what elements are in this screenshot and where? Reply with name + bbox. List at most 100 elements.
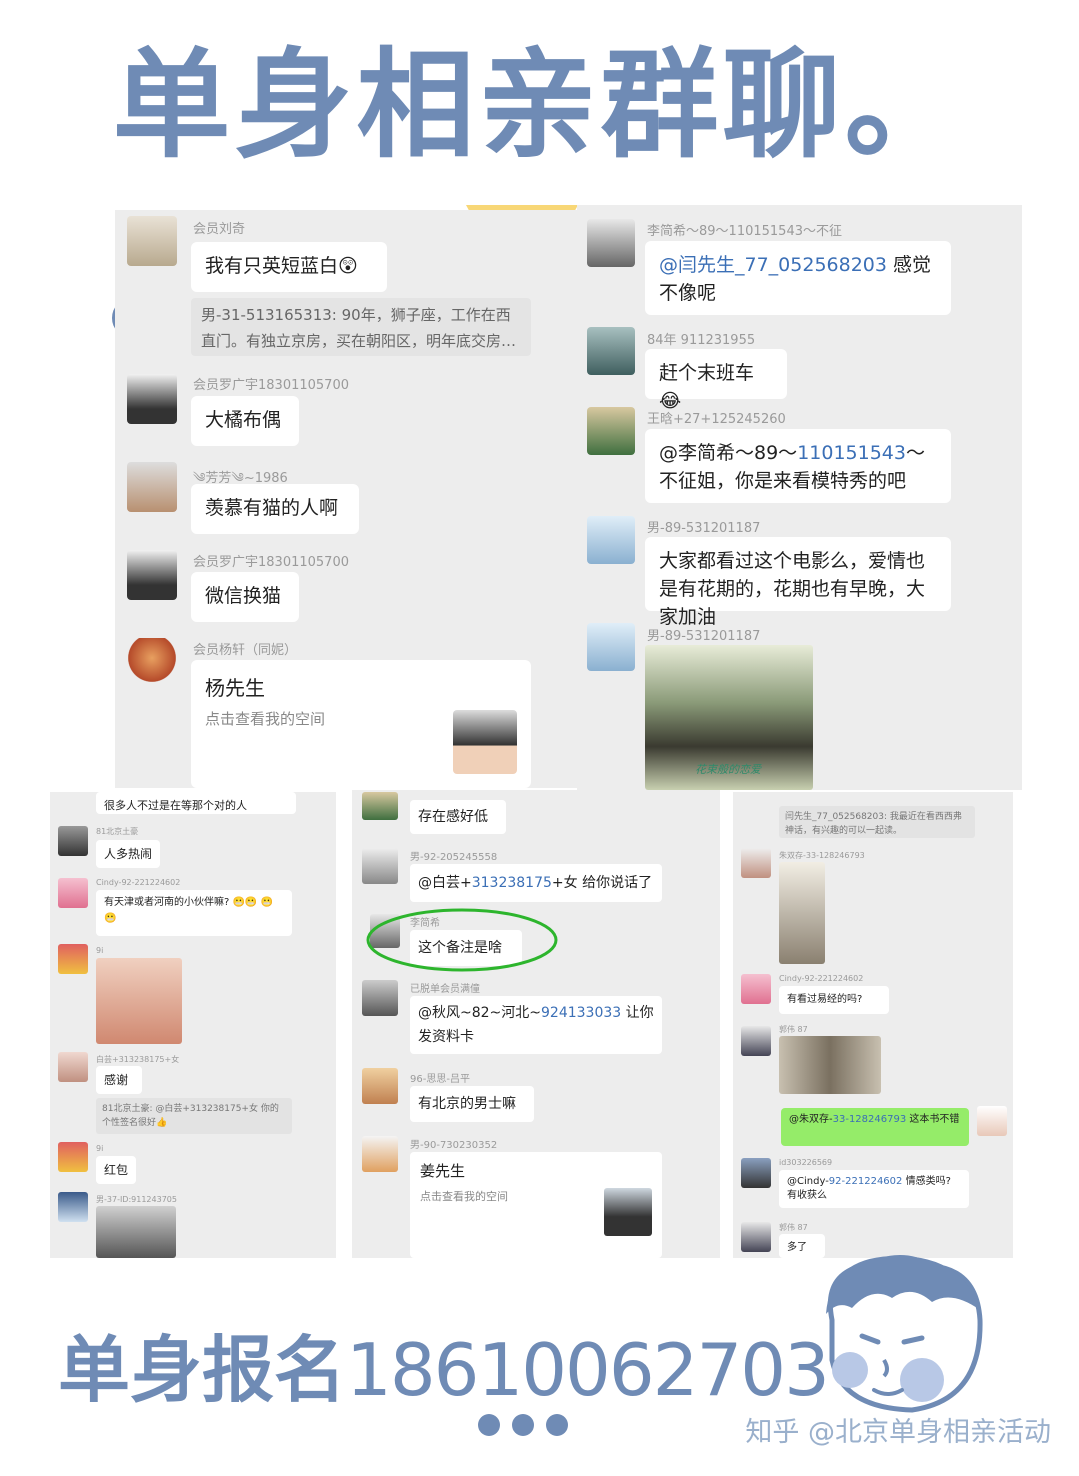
avatar [362, 1136, 398, 1172]
kite-avatar [127, 638, 177, 688]
chat-screenshot-left: 会员刘奇 我有只英短蓝白😲 男-31-513165313: 90年，狮子座，工作… [115, 210, 577, 788]
sender-name: 白芸+313238175+女 [96, 1055, 180, 1064]
colorful-avatar [58, 1142, 88, 1172]
message-bubble[interactable]: 人多热闹 [96, 840, 160, 868]
dot-decoration [478, 1414, 500, 1436]
sender-name: 会员罗广宇18301105700 [193, 378, 349, 393]
sender-name: 会员罗广宇18301105700 [193, 555, 349, 570]
profile-card[interactable]: 姜先生 点击查看我的空间 [410, 1152, 662, 1258]
avatar [58, 1052, 88, 1082]
sender-name: 男-89-531201187 [647, 629, 761, 644]
colorful-avatar [58, 944, 88, 974]
child-photo[interactable] [96, 958, 182, 1044]
message-bubble[interactable]: 存在感好低 [410, 800, 506, 834]
message-bubble[interactable]: 感谢 [96, 1066, 142, 1094]
message-bubble[interactable]: 我有只英短蓝白😲 [191, 242, 387, 292]
card-title: 姜先生 [420, 1162, 466, 1180]
sender-name: 会员刘奇 [193, 222, 246, 237]
avatar [741, 1222, 771, 1252]
sender-name: 李简希～89～110151543～不征 [647, 224, 842, 239]
mention-link[interactable]: @闫先生_77_052568203 [659, 254, 887, 276]
message-text: +女 给你说话了 [551, 875, 653, 891]
card-subtitle: 点击查看我的空间 [205, 710, 326, 728]
message-text: 这本书不错 [906, 1114, 960, 1125]
message-bubble[interactable]: 有北京的男士嘛 [410, 1086, 534, 1122]
sender-name: 81北京土豪 [96, 827, 139, 836]
chat-screenshot-bottom-right: 闫先生_77_052568203: 我最近在看西西弗神话，有兴趣的可以一起读。 … [733, 792, 1013, 1258]
message-bubble[interactable]: @闫先生_77_052568203 感觉不像呢 [645, 241, 951, 315]
mention-link[interactable]: 110151543 [797, 442, 906, 464]
sender-name: 男-89-531201187 [647, 521, 761, 536]
message-bubble[interactable]: 大家都看过这个电影么，爱情也是有花期的，花期也有早晚，大家加油 [645, 537, 951, 628]
mention-text: @李简希～89～ [659, 442, 798, 464]
page-title: 单身相亲群聊。 [112, 36, 967, 174]
book-photo[interactable] [779, 862, 825, 964]
profile-card[interactable]: 杨先生 点击查看我的空间 [191, 660, 531, 788]
movie-poster-image[interactable]: 花束般的恋爱 [645, 645, 813, 790]
message-bubble[interactable]: 羡慕有猫的人啊 [191, 484, 359, 534]
profile-photo [453, 710, 517, 774]
avatar [741, 1026, 771, 1056]
mention-text: @白芸+ [418, 875, 472, 891]
message-bubble[interactable]: 红包 [96, 1156, 136, 1184]
photo-message[interactable] [96, 1206, 176, 1258]
avatar [58, 826, 88, 856]
signup-phone-number[interactable]: 18610062703 [346, 1328, 830, 1412]
quoted-message: 81北京土豪: @白芸+313238175+女 你的个性签名很好👍 [96, 1098, 292, 1134]
cat-avatar [127, 216, 177, 266]
message-bubble[interactable]: @秋风~82~河北~924133033 让你发资料卡 [410, 996, 662, 1054]
sender-name: 朱双存-33-128246793 [779, 851, 865, 860]
sender-name: 9i [96, 946, 104, 955]
sender-name: 男-37-ID:911243705 [96, 1195, 177, 1204]
profile-photo [604, 1188, 652, 1236]
mention-text: @朱双存- [789, 1114, 833, 1125]
zhihu-watermark: 知乎 @北京单身相亲活动 [745, 1417, 1051, 1448]
bear-avatar [362, 792, 398, 820]
pig-avatar [741, 974, 771, 1004]
landscape-avatar [587, 327, 635, 375]
message-bubble[interactable]: @白芸+313238175+女 给你说话了 [410, 864, 662, 902]
signup-label: 单身报名 [58, 1328, 347, 1412]
sender-name: Cindy-92-221224602 [96, 878, 181, 887]
green-highlight-circle [366, 908, 558, 972]
mention-link[interactable]: 92-221224602 [829, 1176, 903, 1187]
bookshelf-photo[interactable] [779, 1036, 881, 1094]
message-bubble[interactable]: 大橘布偶 [191, 396, 299, 446]
chat-screenshot-bottom-middle: 存在感好低 男-92-205245558 @白芸+313238175+女 给你说… [352, 790, 720, 1258]
sent-message-bubble[interactable]: @朱双存-33-128246793 这本书不错 [781, 1108, 969, 1146]
cat-avatar [127, 462, 177, 512]
sender-name: id303226569 [779, 1158, 833, 1167]
message-bubble[interactable]: 有天津或者河南的小伙伴嘛? 😬😬 😬😬 [96, 890, 292, 936]
avatar [362, 980, 398, 1016]
message-bubble[interactable]: 微信换猫 [191, 572, 299, 622]
mention-link[interactable]: 924133033 [541, 1005, 621, 1021]
self-avatar [977, 1106, 1007, 1136]
message-bubble[interactable]: @李简希～89～110151543～不征姐，你是来看模特秀的吧 [645, 429, 951, 503]
avatar [58, 1192, 88, 1222]
sender-name: Cindy-92-221224602 [779, 974, 864, 983]
man-avatar [127, 374, 177, 424]
message-bubble[interactable]: 很多人不过是在等那个对的人 [96, 792, 296, 814]
sender-name: 王晗+27+125245260 [647, 412, 786, 427]
sender-name: 9i [96, 1144, 104, 1153]
quoted-message: 闫先生_77_052568203: 我最近在看西西弗神话，有兴趣的可以一起读。 [779, 806, 975, 838]
signup-banner: 单身报名18610062703 [58, 1315, 830, 1425]
poster-title: 花束般的恋爱 [695, 763, 761, 776]
mention-text: @Cindy- [787, 1176, 829, 1187]
dot-decoration [512, 1414, 534, 1436]
sender-name: 男-90-730230352 [410, 1140, 498, 1151]
sky-avatar [587, 623, 635, 671]
sender-name: 已脱单会员满僮 [410, 984, 480, 995]
message-bubble[interactable]: @Cindy-92-221224602 情感类吗? 有收获么 [779, 1170, 969, 1208]
tiger-avatar [362, 848, 398, 884]
pig-avatar [58, 878, 88, 908]
bear-avatar [587, 407, 635, 455]
message-bubble[interactable]: 赶个末班车😂 [645, 349, 787, 412]
message-bubble[interactable]: 有看过易经的吗? [779, 986, 889, 1014]
mention-link[interactable]: 33-128246793 [833, 1114, 907, 1125]
sender-name: 96-思思-吕平 [410, 1074, 470, 1085]
mention-link[interactable]: 313238175 [472, 875, 552, 891]
sender-name: 84年 911231955 [647, 333, 756, 348]
chat-screenshot-right: 李简希～89～110151543～不征 @闫先生_77_052568203 感觉… [577, 205, 1022, 790]
sky-avatar [587, 516, 635, 564]
